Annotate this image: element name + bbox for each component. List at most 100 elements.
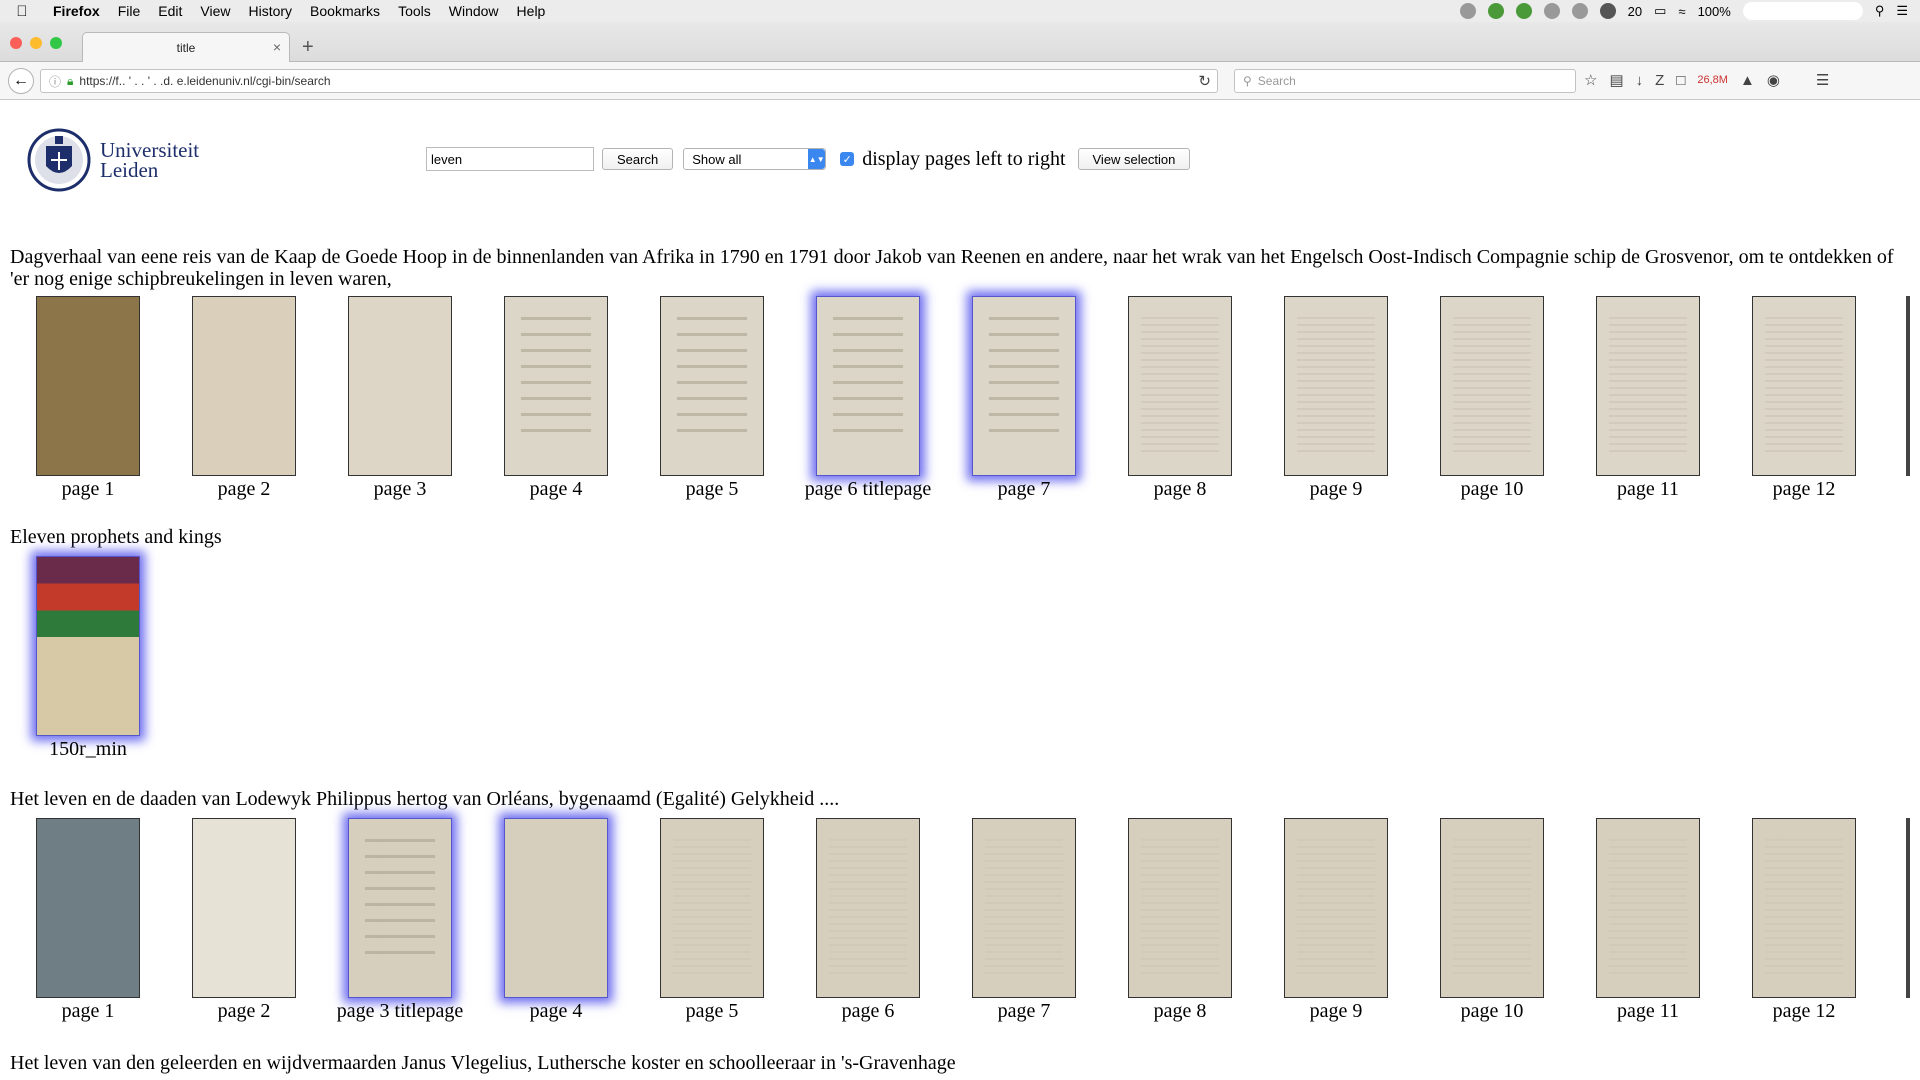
url-text[interactable]: https://f.. ' . . ' . .d. e.leidenuniv.n… [79,74,330,88]
bookmark-star-icon[interactable]: ☆ [1584,71,1597,89]
page-thumbnail-image[interactable] [1752,818,1856,998]
result-title[interactable]: Eleven prophets and kings [10,526,1910,548]
page-thumbnail-image[interactable] [1596,818,1700,998]
page-thumbnail-item[interactable]: page 1 [10,296,166,500]
page-thumbnail-image[interactable] [36,296,140,476]
vpn-icon[interactable] [1487,3,1504,19]
page-thumbnail-image[interactable] [972,818,1076,998]
ltr-checkbox-label[interactable]: display pages left to right [862,148,1065,171]
notification-center-icon[interactable]: ☰ [1896,3,1908,19]
tab-close-icon[interactable]: × [273,39,281,55]
page-thumbnail-image[interactable] [348,296,452,476]
user-account[interactable] [1742,2,1863,20]
result-title[interactable]: Dagverhaal van eene reis van de Kaap de … [10,246,1910,290]
page-thumbnail-image[interactable] [504,296,608,476]
apple-menu-icon[interactable]:  [0,3,44,20]
menu-help[interactable]: Help [508,3,555,19]
airplay-icon[interactable]: ▭ [1654,3,1666,19]
tab-active[interactable]: title × [82,32,290,62]
reload-icon[interactable]: ↻ [1198,72,1211,90]
back-button[interactable]: ← [8,68,34,94]
page-thumbnail-item[interactable]: page 3 titlepage [322,818,478,1022]
page-thumbnail-item[interactable]: page 11 [1570,818,1726,1022]
page-thumbnail-image[interactable] [1128,818,1232,998]
search-button[interactable]: Search [602,148,674,170]
page-thumbnail-image[interactable] [36,556,140,736]
menu-app-firefox[interactable]: Firefox [44,3,109,19]
minimize-window-button[interactable] [30,37,42,49]
new-tab-button[interactable]: + [302,36,314,59]
page-thumbnail-image[interactable] [192,296,296,476]
page-icon[interactable]: □ [1676,72,1685,89]
zotero-icon[interactable]: Z [1655,72,1664,89]
page-thumbnail-image[interactable] [816,296,920,476]
wifi-icon[interactable]: ≈ [1678,4,1685,19]
menu-tools[interactable]: Tools [389,3,440,19]
page-thumbnail-image[interactable] [1440,818,1544,998]
menu-file[interactable]: File [109,3,150,19]
page-thumbnail-item[interactable]: page 10 [1414,818,1570,1022]
page-thumbnail-item[interactable]: page 2 [166,296,322,500]
next-thumbnail-edge[interactable] [1906,818,1910,998]
page-thumbnail-image[interactable] [1752,296,1856,476]
page-label[interactable]: page 12 [1706,478,1902,501]
page-thumbnail-item[interactable]: page 3 [322,296,478,500]
menu-history[interactable]: History [239,3,301,19]
page-thumbnail-item[interactable]: page 12 [1726,818,1882,1022]
university-logo[interactable]: Universiteit Leiden [26,122,199,198]
page-label[interactable]: 150r_min [0,738,186,761]
view-selection-button[interactable]: View selection [1077,148,1191,170]
page-thumbnail-item[interactable]: page 5 [634,818,790,1022]
filter-select[interactable]: Show all ▲▼ [683,148,827,170]
page-thumbnail-item[interactable]: page 4 [478,296,634,500]
info-icon[interactable]: ⓘ [49,73,61,90]
menu-edit[interactable]: Edit [149,3,191,19]
moon-icon[interactable] [1571,3,1588,19]
page-thumbnail-item[interactable]: page 6 titlepage [790,296,946,500]
fox-icon[interactable]: ◉ [1767,71,1780,89]
page-thumbnail-image[interactable] [1596,296,1700,476]
page-thumbnail-image[interactable] [504,818,608,998]
notification-count[interactable]: 20 [1628,4,1642,19]
url-bar[interactable]: ⓘ 🔒︎ https://f.. ' . . ' . .d. e.leidenu… [40,69,1218,93]
search-input[interactable] [426,147,594,171]
hamburger-menu-icon[interactable]: ☰ [1816,71,1829,89]
page-thumbnail-item[interactable]: page 1 [10,818,166,1022]
page-thumbnail-image[interactable] [972,296,1076,476]
page-thumbnail-image[interactable] [660,818,764,998]
page-thumbnail-item[interactable]: page 7 [946,296,1102,500]
result-title[interactable]: Het leven van den geleerden en wijdverma… [10,1052,1910,1074]
page-thumbnail-image[interactable] [660,296,764,476]
result-title[interactable]: Het leven en de daaden van Lodewyk Phili… [10,788,1910,810]
spotlight-search-icon[interactable]: ⚲ [1875,3,1885,19]
page-thumbnail-image[interactable] [1440,296,1544,476]
page-thumbnail-item[interactable]: page 6 [790,818,946,1022]
page-thumbnail-item[interactable]: page 9 [1258,296,1414,500]
ltr-checkbox[interactable]: ✓ [840,152,855,166]
memory-indicator[interactable]: 26,8M [1697,74,1728,86]
glasses-icon[interactable] [1459,3,1476,19]
page-thumbnail-item[interactable]: page 8 [1102,818,1258,1022]
sync-icon[interactable] [1515,3,1532,19]
browser-search-field[interactable]: ⚲ Search [1234,69,1576,93]
page-thumbnail-image[interactable] [192,818,296,998]
page-thumbnail-item[interactable]: page 11 [1570,296,1726,500]
download-icon[interactable]: ↓ [1636,72,1644,89]
menu-window[interactable]: Window [440,3,508,19]
zoom-window-button[interactable] [50,37,62,49]
page-thumbnail-item[interactable]: page 12 [1726,296,1882,500]
page-label[interactable]: page 12 [1706,1000,1902,1023]
menu-bookmarks[interactable]: Bookmarks [301,3,389,19]
page-thumbnail-image[interactable] [348,818,452,998]
page-thumbnail-item[interactable]: page 2 [166,818,322,1022]
page-thumbnail-item[interactable]: page 4 [478,818,634,1022]
page-thumbnail-image[interactable] [1284,818,1388,998]
creative-cloud-icon[interactable] [1543,3,1560,19]
reading-list-icon[interactable]: ▤ [1609,71,1623,89]
page-thumbnail-item[interactable]: page 5 [634,296,790,500]
page-thumbnail-image[interactable] [1128,296,1232,476]
page-thumbnail-item[interactable]: 150r_min [10,556,166,760]
page-thumbnail-item[interactable]: page 10 [1414,296,1570,500]
page-thumbnail-image[interactable] [36,818,140,998]
ghost-icon[interactable] [1599,3,1616,19]
